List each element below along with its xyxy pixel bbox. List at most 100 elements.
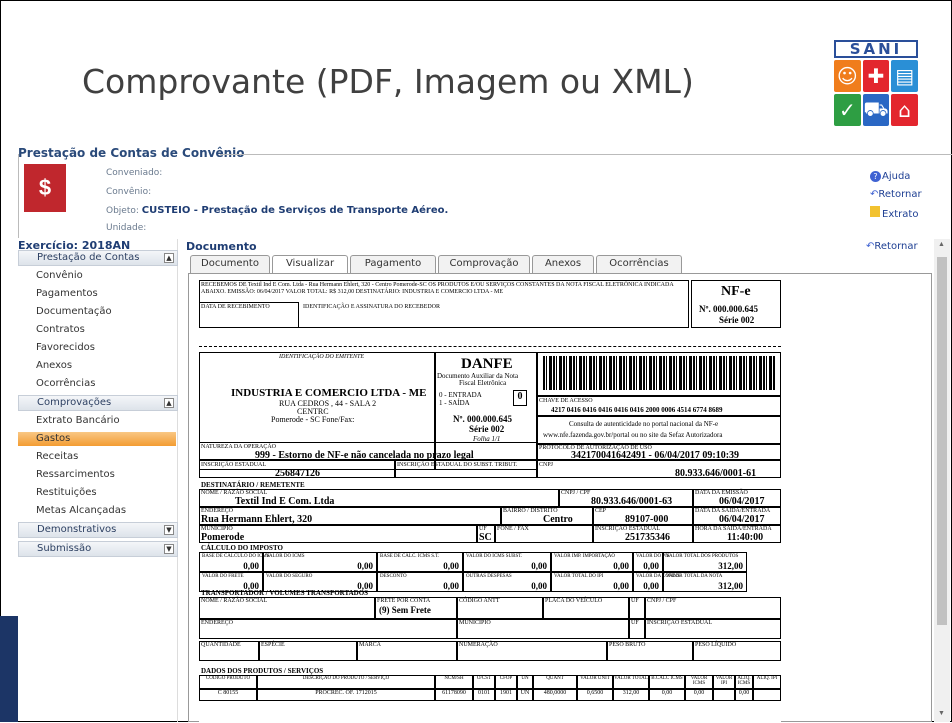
section-prestacao[interactable]: Prestação de Contas ▲ — [18, 250, 178, 266]
section-submissao[interactable]: Submissão ▼ — [18, 541, 178, 557]
vertical-scrollbar[interactable]: ▲ ▼ — [934, 239, 950, 722]
fone-label: FONE / FAX — [497, 526, 529, 532]
produtos-header-cell: B.CÁLC ICMS — [649, 675, 685, 689]
calculo-header: CÁLCULO DO IMPOSTO — [201, 544, 283, 552]
scroll-thumb[interactable] — [937, 257, 947, 625]
tax-label: OUTRAS DESPESAS — [466, 574, 512, 579]
ambulance-icon: ⛟ — [862, 94, 890, 126]
sidebar-item-gastos[interactable]: Gastos — [18, 432, 176, 446]
produtos-cell — [753, 689, 781, 701]
ajuda-link[interactable]: ? Ajuda — [870, 171, 910, 182]
sidebar-item-pagamentos[interactable]: Pagamentos — [36, 288, 98, 299]
tab-pagamento[interactable]: Pagamento — [350, 255, 436, 273]
tax-value: 0,00 — [613, 581, 629, 591]
box-border — [18, 154, 19, 238]
retornar-link[interactable]: ↶Retornar — [870, 189, 922, 200]
emitente-city: Pomerode - SC Fone/Fax: — [271, 415, 355, 424]
hora-value: 11:40:00 — [727, 532, 764, 543]
produtos-cell: 312,00 — [613, 689, 649, 701]
tax-value: 0,00 — [531, 581, 547, 591]
cep-value: 89107-000 — [625, 514, 669, 525]
cep-label: CEP — [595, 508, 607, 514]
section-demonstrativos-label: Demonstrativos — [37, 524, 117, 535]
app-window: Prestação de Contas de Convênio $ Conven… — [18, 146, 952, 723]
sidebar-item-convenio[interactable]: Convênio — [36, 270, 83, 281]
tax-cell: VALOR TOTAL DO IPI 0,00 — [551, 572, 633, 592]
tax-label: VALOR DO FRETE — [202, 574, 244, 579]
danfe-number: Nº. 000.000.645 — [453, 414, 512, 424]
produtos-header-cell: O/CST — [473, 675, 495, 689]
house-cross-icon: ⌂ — [891, 94, 918, 126]
frete-value: (9) Sem Frete — [379, 605, 431, 615]
produtos-cell: 480,0000 — [533, 689, 577, 701]
sidebar-item-anexos[interactable]: Anexos — [36, 360, 72, 371]
section-prestacao-label: Prestação de Contas — [37, 252, 140, 263]
extrato-link[interactable]: Extrato — [870, 206, 918, 220]
sidebar-item-documentacao[interactable]: Documentação — [36, 306, 112, 317]
scroll-up-icon[interactable]: ▲ — [938, 241, 945, 248]
tax-value: 312,00 — [718, 581, 743, 591]
collapse-icon[interactable]: ▲ — [164, 398, 174, 408]
transp-end-label: ENDEREÇO — [201, 620, 233, 626]
transp-ie-label: INSCRIÇÃO ESTADUAL — [647, 620, 713, 626]
expand-icon[interactable]: ▼ — [164, 525, 174, 535]
tab-ocorrencias[interactable]: Ocorrências — [596, 255, 682, 273]
tax-label: BASE DE CÁLC. ICMS S.T. — [380, 554, 440, 559]
produtos-header-cell: VALOR UNIT — [577, 675, 613, 689]
tax-cell: DESCONTO 0,00 — [377, 572, 463, 592]
transp-uf-label: UF — [631, 598, 639, 604]
nfe-number: Nº. 000.000.645 — [699, 304, 758, 314]
sidebar-item-ocorrencias[interactable]: Ocorrências — [36, 378, 95, 389]
main-title: Documento — [186, 240, 257, 253]
sidebar-item-metas[interactable]: Metas Alcançadas — [36, 505, 126, 516]
produtos-cell: UN — [517, 689, 533, 701]
tax-cell: VALOR IMP. IMPORTAÇÃO 0,00 — [551, 552, 633, 572]
produtos-cell: 0,00 — [685, 689, 713, 701]
marca-label: MARCA — [359, 642, 382, 648]
tab-comprovacao[interactable]: Comprovação — [438, 255, 530, 273]
produtos-header-cell: UN — [517, 675, 533, 689]
extrato-icon — [870, 206, 880, 217]
saida-label: 1 - SAÍDA — [439, 399, 470, 407]
antt-label: CÓDIGO ANTT — [459, 598, 500, 604]
main-retornar-link[interactable]: ↶Retornar — [866, 241, 918, 252]
sidebar-item-extrato-bancario[interactable]: Extrato Bancário — [36, 415, 120, 426]
produtos-header-cell: ALIQ. IPI — [753, 675, 781, 689]
tab-anexos[interactable]: Anexos — [532, 255, 594, 273]
produtos-header-cell: CÓDIGO PRODUTO — [199, 675, 257, 689]
tax-label: VALOR TOTAL DOS PRODUTOS — [666, 554, 739, 559]
chave-value: 4217 0416 0416 0416 0416 0416 2000 0006 … — [551, 406, 723, 414]
section-demonstrativos[interactable]: Demonstrativos ▼ — [18, 522, 178, 538]
barcode-image — [543, 356, 775, 390]
tax-cell: OUTRAS DESPESAS 0,00 — [463, 572, 551, 592]
produtos-cell: 0,6500 — [577, 689, 613, 701]
expand-icon[interactable]: ▼ — [164, 544, 174, 554]
tax-label: VALOR DO SEGURO — [266, 574, 313, 579]
document-check-icon: ✓ — [834, 94, 861, 126]
dest-cnpj-label: CNPJ / CPF — [561, 490, 591, 496]
sidebar-item-contratos[interactable]: Contratos — [36, 324, 85, 335]
tab-visualizar[interactable]: Visualizar — [272, 255, 348, 274]
sidebar-item-ressarcimentos[interactable]: Ressarcimentos — [36, 469, 115, 480]
produtos-header-cell: VALOR ICMS — [685, 675, 713, 689]
produtos-cell: 0101 — [473, 689, 495, 701]
produtos-header-cell: DESCRIÇÃO DO PRODUTO / SERVIÇO — [257, 675, 435, 689]
produtos-header-cell: VALOR IPI — [713, 675, 735, 689]
section-comprovacoes[interactable]: Comprovações ▲ — [18, 395, 178, 411]
produtos-cell: 0,00 — [735, 689, 753, 701]
conveniado-label: Conveniado: — [106, 168, 163, 178]
collapse-icon[interactable]: ▲ — [164, 253, 174, 263]
sidebar-item-restituicoes[interactable]: Restituições — [36, 487, 97, 498]
scroll-down-icon[interactable]: ▼ — [938, 710, 945, 717]
produtos-cell: C 80155 — [199, 689, 257, 701]
sidebar-item-favorecidos[interactable]: Favorecidos — [36, 342, 95, 353]
danfe-serie: Série 002 — [469, 424, 505, 434]
sidebar-item-receitas[interactable]: Receitas — [36, 451, 78, 462]
bairro-value: Centro — [543, 514, 573, 525]
section-comprovacoes-label: Comprovações — [37, 397, 112, 408]
produtos-header-cell: VALOR TOTAL — [613, 675, 649, 689]
uf-value: SC — [479, 532, 492, 543]
tab-documento[interactable]: Documento — [190, 255, 270, 273]
danfe-sub2: Fiscal Eletrônica — [459, 379, 507, 387]
produtos-cell: PROCREC. OF. 1712015 — [257, 689, 435, 701]
